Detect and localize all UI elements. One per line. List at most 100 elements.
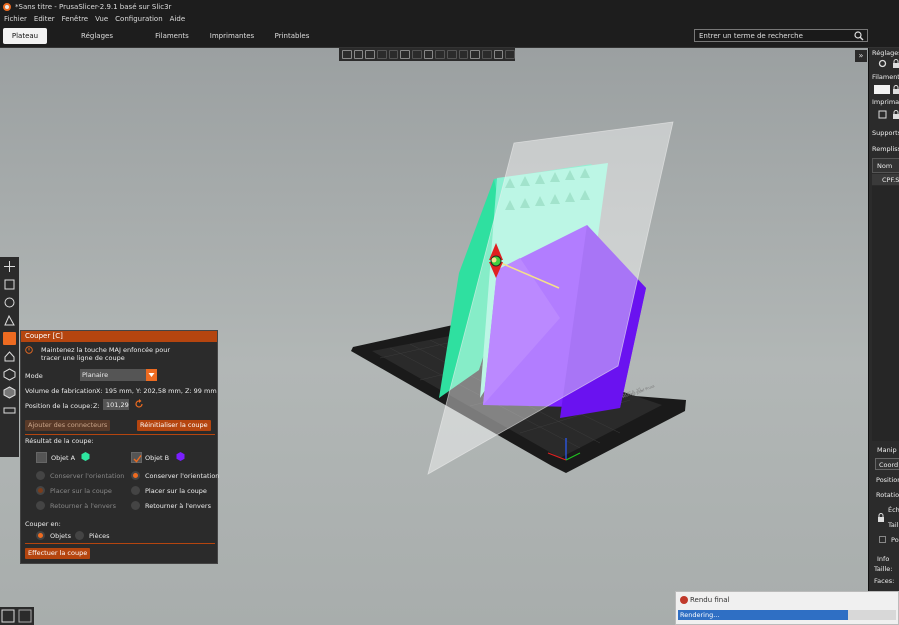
reset-cut-button[interactable]: Réinitialiser la coupe [137,420,211,431]
arrange-icon[interactable] [377,50,387,59]
reset-position-icon[interactable] [134,399,144,409]
redo-icon[interactable] [505,50,516,59]
menu-editer[interactable]: Editer [34,15,55,23]
view-3d-icon[interactable] [1,609,15,623]
search-toolbar-icon[interactable] [482,50,492,59]
split-objects-icon[interactable] [435,50,446,59]
sidebar-imprimante-label: Imprimante [872,98,899,106]
object-a-place-on-cut-radio[interactable] [36,486,45,495]
sidebar-supports-label: Supports [872,129,899,137]
paste-icon[interactable] [400,50,411,59]
lock-icon[interactable] [892,59,899,68]
drop-to-bed-checkbox[interactable] [879,536,886,543]
coordinates-select[interactable]: Coord [875,458,899,470]
mode-select[interactable]: Planaire [80,369,157,381]
tab-printables[interactable]: Printables [272,28,312,44]
render-progress-bar: Rendering... [678,610,896,620]
place-on-face-icon[interactable] [3,314,16,327]
object-b-checkbox[interactable] [131,452,142,463]
add-connectors-button[interactable]: Ajouter des connecteurs [25,420,111,431]
tab-reglages-impression[interactable]: Réglages d'Impression [58,28,136,56]
render-status-icon [680,596,688,604]
render-title: Rendu final [690,596,730,604]
scale-icon[interactable] [3,278,16,291]
layers-icon[interactable] [470,50,481,59]
object-a-color-icon [81,452,90,461]
render-progress-notification: Rendu final Rendering... [675,591,899,625]
scale-label: Éch [888,506,899,514]
seam-painting-icon[interactable] [3,368,16,381]
menu-vue[interactable]: Vue [95,15,108,23]
menu-configuration[interactable]: Configuration [115,15,162,23]
object-list-item[interactable]: CPF.S [872,174,899,185]
object-a-keep-orientation-radio[interactable] [36,471,45,480]
object-b-place-on-cut-radio[interactable] [131,486,140,495]
cut-into-parts-radio[interactable] [75,531,84,540]
perform-cut-button[interactable]: Effectuer la coupe [25,548,91,559]
measure-icon[interactable] [3,404,16,417]
move-icon[interactable] [3,260,16,273]
printer-lock-icon[interactable] [892,110,899,119]
scale-lock-icon[interactable] [877,513,885,522]
tab-imprimantes[interactable]: Imprimantes [208,28,256,44]
info-header: Info [877,555,890,563]
add-instance-icon[interactable] [423,50,434,59]
cut-into-parts-label: Pièces [89,532,110,540]
object-a-flip-radio[interactable] [36,501,45,510]
tab-plateau[interactable]: Plateau [3,28,47,44]
tab-filaments[interactable]: Filaments [150,28,194,44]
add-object-icon[interactable] [342,50,352,59]
object-a-label: Objet A [51,454,76,462]
object-list[interactable] [872,186,899,441]
menu-aide[interactable]: Aide [170,15,185,23]
right-sidebar: Réglages Filaments Imprimante Supports R… [868,48,899,625]
cut-icon[interactable] [3,332,16,345]
delete-icon[interactable] [353,50,364,59]
object-b-label: Objet B [145,454,170,462]
cut-into-label: Couper en: [25,520,61,528]
top-toolbar [339,48,516,61]
info-size-label: Taille: [874,565,893,573]
sidebar-filaments-label: Filaments [872,73,899,81]
cut-position-input[interactable]: 101,29 [103,399,129,410]
rotate-icon[interactable] [3,296,16,309]
split-parts-icon[interactable] [447,50,457,59]
search-icon[interactable] [854,31,864,41]
menu-fenetre[interactable]: Fenêtre [62,15,88,23]
search-input[interactable] [699,31,849,40]
variable-layer-icon[interactable] [458,50,469,59]
view-preview-icon[interactable] [18,609,32,623]
filament-color-swatch[interactable] [874,85,890,94]
chevron-down-icon[interactable] [146,369,157,381]
printer-icon[interactable] [878,110,887,119]
nom-column-header: Nom [877,162,893,170]
gear-icon[interactable] [878,59,887,68]
volume-label: Volume de fabrication [25,387,97,395]
cut-hint-line-1: Maintenez la touche MAJ enfoncée pour [41,346,170,354]
object-b-place-on-cut-label: Placer sur la coupe [145,487,207,495]
object-b-keep-orientation-radio[interactable] [131,471,140,480]
copy-icon[interactable] [388,50,399,59]
search-box[interactable] [694,29,868,42]
paint-supports-icon[interactable] [3,350,16,363]
cut-panel: Couper [C] Maintenez la touche MAJ enfon… [20,330,219,564]
drop-to-bed-label: Po [891,536,899,544]
filament-lock-icon[interactable] [892,85,899,94]
object-list-header[interactable]: Nom [872,158,899,173]
divider-2 [25,543,215,544]
object-b-flip-radio[interactable] [131,501,140,510]
mmu-painting-icon[interactable] [3,386,16,399]
undo-icon[interactable] [493,50,504,59]
delete-all-icon[interactable] [365,50,376,59]
collapse-sidebar-icon[interactable]: » [855,50,867,62]
remove-instance-icon[interactable] [412,50,422,59]
size-label: Taill [888,521,899,529]
title-bar: *Sans titre - PrusaSlicer-2.9.1 basé sur… [0,0,899,13]
menu-fichier[interactable]: Fichier [4,15,27,23]
divider-1 [25,434,215,435]
mode-value: Planaire [82,371,109,379]
cut-into-objects-radio[interactable] [36,531,45,540]
3d-viewport[interactable]: ORIGINAL PRUSA XL by Josef Prusa [0,48,868,625]
object-a-checkbox[interactable] [36,452,47,463]
sidebar-remplissage-label: Remplissage [872,145,899,153]
